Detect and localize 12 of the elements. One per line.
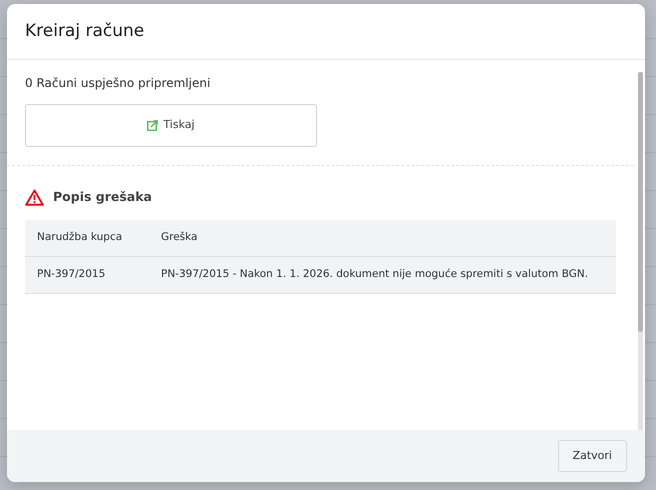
errors-title: Popis grešaka [53,188,152,206]
table-cell: PN-397/2015 [25,256,149,294]
dialog-title: Kreiraj račune [25,21,144,42]
table-cell: PN-397/2015 - Nakon 1. 1. 2026. dokument nije moguće spremiti s valutom BGN. [149,256,616,294]
column-header: Narudžba kupca [25,220,149,257]
scrollbar[interactable] [638,72,643,430]
summary-text: 0 Računi uspješno pripremljeni [25,75,212,92]
close-button[interactable]: Zatvori [558,440,627,472]
print-button[interactable]: Tiskaj [25,104,317,147]
external-link-icon [147,120,158,131]
warning-icon [25,188,44,206]
column-header: Greška [149,220,616,257]
